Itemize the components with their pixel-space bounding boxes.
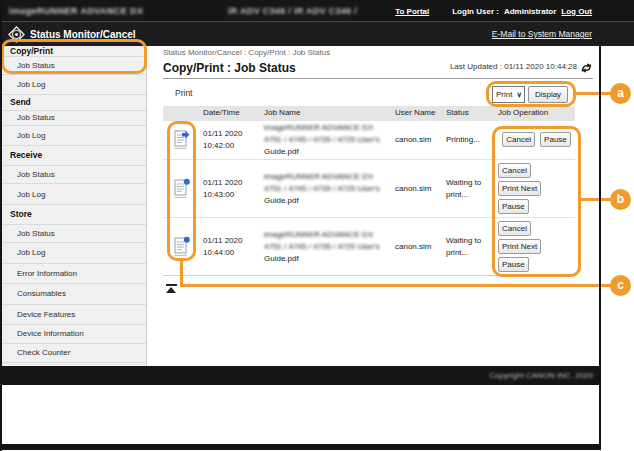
job-name-redacted: imageRUNNER ADVANCE DX <box>264 229 392 241</box>
column-header-status: Status <box>442 106 497 121</box>
job-row-2: 01/11 202010:43:00imageRUNNER ADVANCE DX… <box>163 160 575 218</box>
sidebar-item-job-status[interactable]: Job Status <box>2 225 146 244</box>
job-pause-button[interactable]: Pause <box>540 132 571 147</box>
title-rule <box>163 78 593 79</box>
job-name: Guide.pdf <box>264 253 392 265</box>
main-content: Status Monitor/Cancel : Copy/Print : Job… <box>147 46 599 366</box>
copyright-bar: Copyright CANON INC. 2020 <box>2 366 601 385</box>
job-name-redacted: 4751 / 4745 / 4735 / 4725 User's <box>264 134 392 146</box>
job-time: 10:43:00 <box>203 189 261 201</box>
app-title: Status Monitor/Cancel <box>30 22 136 47</box>
callout-line-b <box>580 198 611 201</box>
sidebar-item-error-information[interactable]: Error Information <box>2 264 146 285</box>
job-status-table: Date/TimeJob NameUser NameStatusJob Oper… <box>163 106 575 276</box>
job-status: Waiting to print... <box>446 177 497 201</box>
device-names-redacted: iR ADV C346 / iR ADV C346 / <box>228 2 357 21</box>
job-name-redacted: 4751 / 4745 / 4735 / 4725 User's <box>264 241 392 253</box>
printing-document-icon <box>173 129 190 150</box>
column-header-date-time: Date/Time <box>200 106 261 121</box>
job-cancel-button[interactable]: Cancel <box>498 163 531 178</box>
frame-edge <box>0 444 601 450</box>
column-header-job-name: Job Name <box>261 106 392 121</box>
job-cancel-button[interactable]: Cancel <box>498 221 531 236</box>
callout-circle-b: b <box>610 189 631 210</box>
sidebar-item-job-log[interactable]: Job Log <box>2 75 146 95</box>
job-name-redacted: imageRUNNER ADVANCE DX <box>264 171 392 183</box>
sidebar-item-check-counter[interactable]: Check Counter <box>2 344 146 364</box>
sidebar-section-receive: Receive <box>2 146 146 166</box>
browser-top-bar: imageRUNNER ADVANCE DX iR ADV C346 / iR … <box>0 0 634 21</box>
print-section-label: Print <box>175 88 192 98</box>
page-right-border <box>599 46 601 450</box>
sidebar-item-job-log[interactable]: Job Log <box>2 126 146 146</box>
waiting-document-icon <box>173 178 190 199</box>
job-user: canon.sim <box>395 134 442 146</box>
copyright-text-redacted: Copyright CANON INC. 2020 <box>489 366 593 385</box>
column-header-user-name: User Name <box>392 106 442 121</box>
callout-line-c <box>180 284 611 287</box>
sidebar-nav: Copy/PrintJob StatusJob LogSendJob Statu… <box>2 46 147 366</box>
waiting-document-icon <box>173 236 190 257</box>
breadcrumb: Status Monitor/Cancel : Copy/Print : Job… <box>163 48 330 57</box>
job-name-redacted: 4751 / 4745 / 4735 / 4725 User's <box>264 183 392 195</box>
sidebar-item-consumables[interactable]: Consumables <box>2 284 146 305</box>
log-out-link[interactable]: Log Out <box>561 7 592 16</box>
device-model-redacted: imageRUNNER ADVANCE DX <box>9 2 143 21</box>
sidebar-item-device-features[interactable]: Device Features <box>2 305 146 325</box>
job-print-next-button[interactable]: Print Next <box>498 181 541 196</box>
table-header-row: Date/TimeJob NameUser NameStatusJob Oper… <box>163 106 575 121</box>
job-type-select[interactable]: Print ∨ <box>492 86 525 103</box>
job-pause-button[interactable]: Pause <box>498 199 529 214</box>
chevron-down-icon: ∨ <box>517 90 523 99</box>
column-header-icon <box>163 106 200 121</box>
job-status: Printing... <box>446 134 497 146</box>
job-user: canon.sim <box>395 183 442 195</box>
job-cancel-button[interactable]: Cancel <box>502 132 535 147</box>
job-row-1: 01/11 202010:42:00imageRUNNER ADVANCE DX… <box>163 121 575 161</box>
callout-line-a <box>575 92 611 95</box>
job-name-redacted: imageRUNNER ADVANCE DX <box>264 122 392 134</box>
callout-circle-c: c <box>610 275 631 296</box>
status-monitor-icon <box>8 26 25 47</box>
sidebar-item-job-status[interactable]: Job Status <box>2 111 146 127</box>
to-portal-link[interactable]: To Portal <box>395 7 429 16</box>
sidebar-item-device-information[interactable]: Device Information <box>2 325 146 344</box>
job-name: Guide.pdf <box>264 195 392 207</box>
job-date: 01/11 2020 <box>203 177 261 189</box>
job-date: 01/11 2020 <box>203 128 261 140</box>
email-system-manager-link[interactable]: E-Mail to System Manager <box>492 22 592 47</box>
sidebar-item-job-status[interactable]: Job Status <box>2 166 146 185</box>
last-updated: Last Updated : 01/11 2020 10:44:28 <box>450 62 577 71</box>
login-user-name: Administrator <box>504 7 556 16</box>
job-user: canon.sim <box>395 241 442 253</box>
column-header-job-operation: Job Operation <box>497 106 575 121</box>
page-title: Copy/Print : Job Status <box>163 61 296 75</box>
job-name: Guide.pdf <box>264 146 392 158</box>
frame-edge <box>0 0 2 451</box>
login-user-label: Login User : <box>452 7 499 16</box>
sidebar-item-job-log[interactable]: Job Log <box>2 184 146 205</box>
scroll-to-top-icon[interactable] <box>166 284 177 293</box>
job-type-select-value: Print <box>496 90 512 99</box>
job-print-next-button[interactable]: Print Next <box>498 239 541 254</box>
sidebar-section-store: Store <box>2 205 146 225</box>
refresh-icon[interactable] <box>580 60 593 78</box>
sidebar-section-copy-print: Copy/Print <box>2 46 146 57</box>
sidebar-item-job-status[interactable]: Job Status <box>2 57 146 75</box>
display-button[interactable]: Display <box>528 86 568 103</box>
job-pause-button[interactable]: Pause <box>498 257 529 272</box>
job-status: Waiting to print... <box>446 235 497 259</box>
app-title-bar: Status Monitor/Cancel E-Mail to System M… <box>0 21 634 46</box>
job-row-3: 01/11 202010:44:00imageRUNNER ADVANCE DX… <box>163 218 575 276</box>
job-time: 10:42:00 <box>203 140 261 152</box>
job-date: 01/11 2020 <box>203 235 261 247</box>
callout-circle-a: a <box>610 83 631 104</box>
sidebar-section-send: Send <box>2 95 146 111</box>
job-time: 10:44:00 <box>203 247 261 259</box>
sidebar-item-job-log[interactable]: Job Log <box>2 243 146 264</box>
